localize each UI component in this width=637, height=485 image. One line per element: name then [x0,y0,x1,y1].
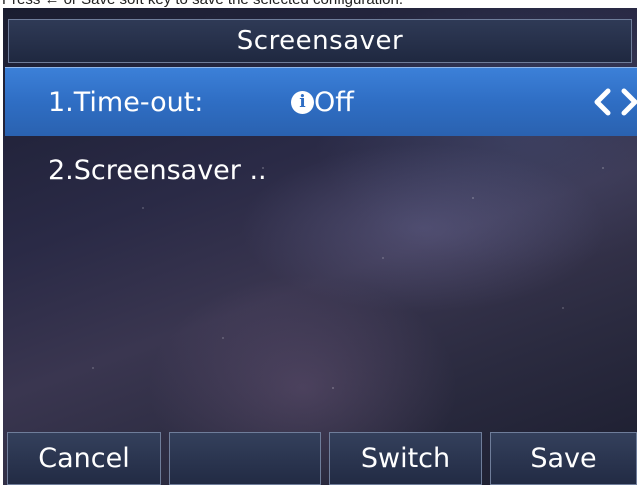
title-bar: Screensaver [8,19,632,63]
phone-screen: Screensaver 1.Time-out: i Off 2.Screensa… [3,8,637,485]
menu-item-value: Off [314,86,354,118]
instruction-caption-strip: Press ← or Save soft key to save the sel… [0,0,637,8]
menu-item-label: 1.Time-out: [48,86,204,118]
softkey-bar: Cancel Switch Save [3,432,637,485]
menu-item-screensaver[interactable]: 2.Screensaver .. [5,136,637,205]
switch-button[interactable]: Switch [329,432,482,485]
menu-item-label: 2.Screensaver .. [48,155,267,186]
info-icon: i [291,90,314,114]
menu-item-time-out[interactable]: 1.Time-out: i Off [5,67,637,136]
chevron-left-icon[interactable] [591,87,613,117]
page-title: Screensaver [236,26,404,56]
save-button[interactable]: Save [490,432,637,485]
instruction-caption: Press ← or Save soft key to save the sel… [2,0,403,8]
chevron-right-icon[interactable] [619,87,637,117]
cancel-button[interactable]: Cancel [7,432,161,485]
empty-softkey[interactable] [169,432,321,485]
